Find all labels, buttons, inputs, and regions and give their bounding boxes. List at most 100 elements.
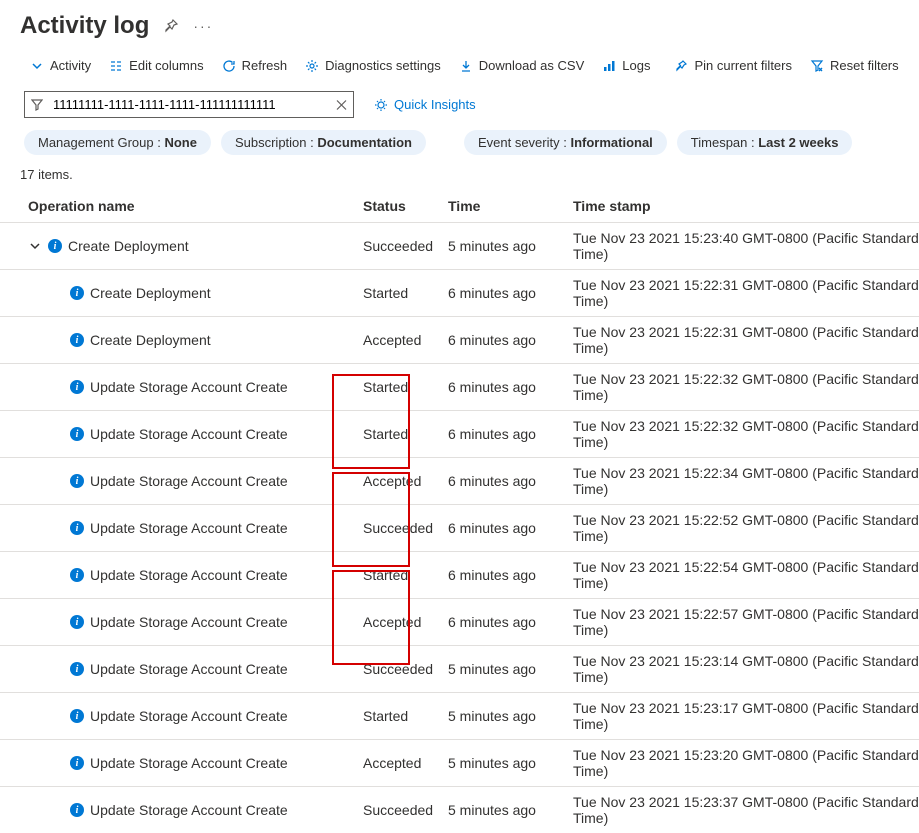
col-operation-name[interactable]: Operation name xyxy=(28,198,363,214)
status-cell: Succeeded xyxy=(363,661,448,677)
search-input-wrap xyxy=(24,91,354,118)
operation-name: Update Storage Account Create xyxy=(90,567,288,583)
operation-name: Create Deployment xyxy=(90,332,211,348)
status-cell: Succeeded xyxy=(363,238,448,254)
timestamp-cell: Tue Nov 23 2021 15:22:54 GMT-0800 (Pacif… xyxy=(573,559,919,591)
filter-icon xyxy=(31,99,43,111)
status-cell: Succeeded xyxy=(363,520,448,536)
chevron-down-icon xyxy=(30,59,44,73)
info-icon: i xyxy=(70,709,84,723)
status-cell: Started xyxy=(363,285,448,301)
table-row[interactable]: i Update Storage Account Create Started6 m… xyxy=(0,363,919,410)
reset-filters-icon xyxy=(810,59,824,73)
time-cell: 6 minutes ago xyxy=(448,426,573,442)
time-cell: 5 minutes ago xyxy=(448,802,573,818)
info-icon: i xyxy=(70,427,84,441)
time-cell: 6 minutes ago xyxy=(448,567,573,583)
table-row[interactable]: iUpdate Storage Account CreateAccepted5 … xyxy=(0,739,919,786)
table-row[interactable]: iCreate DeploymentStarted6 minutes agoTu… xyxy=(0,269,919,316)
operation-name: Update Storage Account Create xyxy=(90,708,288,724)
table-row[interactable]: i Update Storage Account Create Succeeded5… xyxy=(0,786,919,833)
time-cell: 6 minutes ago xyxy=(448,285,573,301)
status-cell: Succeeded xyxy=(363,802,448,818)
page-title: Activity log xyxy=(20,12,149,40)
info-icon: i xyxy=(70,803,84,817)
diagnostics-label: Diagnostics settings xyxy=(325,58,441,73)
info-icon: i xyxy=(48,239,62,253)
timestamp-cell: Tue Nov 23 2021 15:22:57 GMT-0800 (Pacif… xyxy=(573,606,919,638)
chevron-down-icon[interactable] xyxy=(28,240,42,252)
reset-filters-button[interactable]: Reset filters xyxy=(804,54,905,77)
col-timestamp[interactable]: Time stamp xyxy=(573,198,919,214)
timestamp-cell: Tue Nov 23 2021 15:23:14 GMT-0800 (Pacif… xyxy=(573,653,919,685)
filter-pill-timespan[interactable]: Timespan : Last 2 weeks xyxy=(677,130,853,155)
table-row[interactable]: iUpdate Storage Account CreateStarted6 m… xyxy=(0,410,919,457)
filter-pill-subscription[interactable]: Subscription : Documentation xyxy=(221,130,426,155)
timestamp-cell: Tue Nov 23 2021 15:22:34 GMT-0800 (Pacif… xyxy=(573,465,919,497)
refresh-icon xyxy=(222,59,236,73)
time-cell: 6 minutes ago xyxy=(448,473,573,489)
info-icon: i xyxy=(70,568,84,582)
filter-pill-event-severity[interactable]: Event severity : Informational xyxy=(464,130,667,155)
gear-icon xyxy=(305,59,319,73)
operation-name: Update Storage Account Create xyxy=(90,802,288,818)
edit-columns-button[interactable]: Edit columns xyxy=(103,54,209,77)
operation-name: Update Storage Account Create xyxy=(90,520,288,536)
timestamp-cell: Tue Nov 23 2021 15:22:31 GMT-0800 (Pacif… xyxy=(573,324,919,356)
status-cell: Started xyxy=(363,708,448,724)
table-row[interactable]: i Update Storage Account Create Succeeded5… xyxy=(0,645,919,692)
time-cell: 5 minutes ago xyxy=(448,661,573,677)
pin-filters-button[interactable]: Pin current filters xyxy=(668,54,798,77)
status-cell: Accepted xyxy=(363,332,448,348)
pin-icon[interactable] xyxy=(163,18,179,34)
table-row[interactable]: iUpdate Storage Account CreateAccepted6 … xyxy=(0,457,919,504)
col-status[interactable]: Status xyxy=(363,198,448,214)
info-icon: i xyxy=(70,333,84,347)
info-icon: i xyxy=(70,474,84,488)
operation-name: Update Storage Account Create xyxy=(90,379,288,395)
refresh-button[interactable]: Refresh xyxy=(216,54,294,77)
quick-insights-button[interactable]: Quick Insights xyxy=(374,97,476,112)
edit-columns-label: Edit columns xyxy=(129,58,203,73)
info-icon: i xyxy=(70,662,84,676)
search-input[interactable] xyxy=(24,91,354,118)
operation-name: Update Storage Account Create xyxy=(90,755,288,771)
quick-insights-label: Quick Insights xyxy=(394,97,476,112)
more-icon[interactable]: ··· xyxy=(193,18,213,34)
status-cell: Started xyxy=(363,379,448,395)
item-count: 17 items. xyxy=(0,167,919,190)
logs-button[interactable]: Logs xyxy=(596,54,656,77)
logs-icon xyxy=(602,59,616,73)
activity-label: Activity xyxy=(50,58,91,73)
status-cell: Started xyxy=(363,567,448,583)
timestamp-cell: Tue Nov 23 2021 15:23:40 GMT-0800 (Pacif… xyxy=(573,230,919,262)
download-icon xyxy=(459,59,473,73)
clear-icon[interactable] xyxy=(336,99,347,110)
timestamp-cell: Tue Nov 23 2021 15:22:32 GMT-0800 (Pacif… xyxy=(573,371,919,403)
refresh-label: Refresh xyxy=(242,58,288,73)
time-cell: 5 minutes ago xyxy=(448,708,573,724)
info-icon: i xyxy=(70,286,84,300)
columns-icon xyxy=(109,59,123,73)
info-icon: i xyxy=(70,521,84,535)
pin-filters-label: Pin current filters xyxy=(694,58,792,73)
timestamp-cell: Tue Nov 23 2021 15:23:37 GMT-0800 (Pacif… xyxy=(573,794,919,826)
time-cell: 6 minutes ago xyxy=(448,332,573,348)
activity-button[interactable]: Activity xyxy=(24,54,97,77)
operation-name: Update Storage Account Create xyxy=(90,661,288,677)
table-row[interactable]: i Update Storage Account Create Started5 m… xyxy=(0,692,919,739)
download-csv-button[interactable]: Download as CSV xyxy=(453,54,591,77)
filter-pill-management-group[interactable]: Management Group : None xyxy=(24,130,211,155)
table-row[interactable]: i Update Storage Account Create Started6 m… xyxy=(0,551,919,598)
table-row[interactable]: i Create Deployment Accepted6 minutes agoT… xyxy=(0,316,919,363)
timestamp-cell: Tue Nov 23 2021 15:23:17 GMT-0800 (Pacif… xyxy=(573,700,919,732)
info-icon: i xyxy=(70,380,84,394)
table-row[interactable]: iUpdate Storage Account CreateAccepted6 … xyxy=(0,598,919,645)
logs-label: Logs xyxy=(622,58,650,73)
diagnostics-button[interactable]: Diagnostics settings xyxy=(299,54,447,77)
table-row[interactable]: iUpdate Storage Account CreateSucceeded6… xyxy=(0,504,919,551)
time-cell: 6 minutes ago xyxy=(448,379,573,395)
timestamp-cell: Tue Nov 23 2021 15:22:32 GMT-0800 (Pacif… xyxy=(573,418,919,450)
col-time[interactable]: Time xyxy=(448,198,573,214)
table-row[interactable]: iCreate DeploymentSucceeded5 minutes ago… xyxy=(0,222,919,269)
